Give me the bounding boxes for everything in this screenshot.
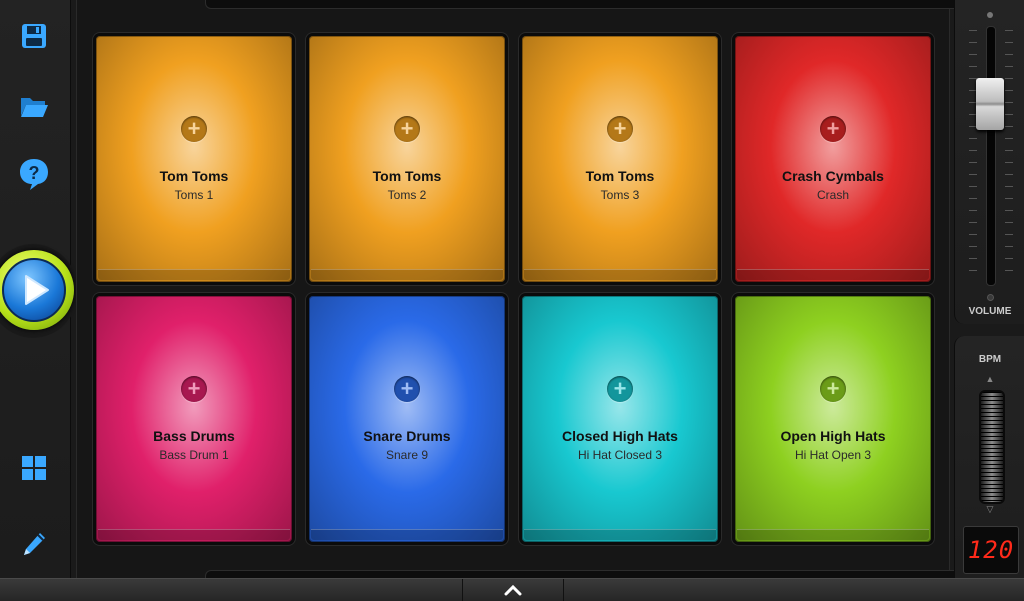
help-button[interactable]: ? [16, 156, 52, 192]
svg-text:?: ? [29, 163, 40, 183]
add-sound-icon[interactable]: + [820, 376, 846, 402]
bottom-bar [0, 578, 1024, 601]
pad-title: Open High Hats [780, 428, 886, 444]
pad-title: Tom Toms [159, 168, 229, 184]
pad-sample-name: Toms 2 [387, 188, 427, 202]
caret-up-icon: ▲ [985, 374, 995, 384]
play-button-face [2, 258, 66, 322]
drum-pad[interactable]: + Tom Toms Toms 3 [522, 36, 718, 282]
pad-title: Closed High Hats [562, 428, 678, 444]
volume-slider-track[interactable] [986, 26, 996, 286]
top-slot [205, 0, 975, 9]
drum-pad[interactable]: + Tom Toms Toms 2 [309, 36, 505, 282]
drum-pad[interactable]: + Tom Toms Toms 1 [96, 36, 292, 282]
drum-pad[interactable]: + Bass Drums Bass Drum 1 [96, 296, 292, 542]
bpm-wheel[interactable] [979, 390, 1005, 504]
bpm-panel: BPM ▲ ▽ 120 [954, 336, 1024, 600]
bpm-label: BPM [978, 354, 1002, 365]
drum-pad[interactable]: + Closed High Hats Hi Hat Closed 3 [522, 296, 718, 542]
add-sound-icon[interactable]: + [820, 116, 846, 142]
volume-panel: VOLUME [954, 0, 1024, 324]
folder-open-icon [21, 98, 48, 117]
pad-title: Snare Drums [363, 428, 451, 444]
grid-icon [22, 456, 46, 480]
pad-sample-name: Hi Hat Open 3 [794, 448, 872, 462]
pencil-icon [24, 533, 45, 555]
volume-max-dot [987, 12, 993, 18]
add-sound-icon[interactable]: + [181, 116, 207, 142]
play-button[interactable] [0, 250, 74, 330]
volume-label: VOLUME [968, 306, 1012, 317]
help-icon: ? [20, 159, 48, 190]
volume-min-dot [987, 294, 994, 301]
open-button[interactable] [16, 88, 52, 124]
add-sound-icon[interactable]: + [607, 116, 633, 142]
add-sound-icon[interactable]: + [181, 376, 207, 402]
pad-title: Bass Drums [153, 428, 235, 444]
add-sound-icon[interactable]: + [394, 116, 420, 142]
drum-pad[interactable]: + Open High Hats Hi Hat Open 3 [735, 296, 931, 542]
pad-sample-name: Toms 1 [174, 188, 214, 202]
pad-sample-name: Toms 3 [600, 188, 640, 202]
pad-sample-name: Bass Drum 1 [159, 448, 229, 462]
save-button[interactable] [16, 18, 52, 54]
chevron-up-icon [504, 584, 522, 596]
pad-title: Crash Cymbals [782, 168, 884, 184]
expand-panel-button[interactable] [462, 579, 564, 601]
edit-button[interactable] [16, 526, 52, 562]
play-icon [25, 275, 49, 305]
pad-title: Tom Toms [372, 168, 442, 184]
bpm-decrease-button[interactable]: ▽ [984, 504, 996, 514]
pad-sample-name: Hi Hat Closed 3 [577, 448, 663, 462]
bpm-display: 120 [963, 526, 1019, 574]
save-icon [22, 24, 46, 48]
pad-sample-name: Crash [816, 188, 849, 202]
bpm-increase-button[interactable]: ▲ [984, 374, 996, 384]
drum-pad[interactable]: + Snare Drums Snare 9 [309, 296, 505, 542]
add-sound-icon[interactable]: + [394, 376, 420, 402]
add-sound-icon[interactable]: + [607, 376, 633, 402]
volume-slider-knob[interactable] [976, 78, 1004, 130]
drum-pad[interactable]: + Crash Cymbals Crash [735, 36, 931, 282]
pad-layout-button[interactable] [16, 450, 52, 486]
pad-sample-name: Snare 9 [385, 448, 429, 462]
caret-down-icon: ▽ [986, 503, 994, 514]
pad-title: Tom Toms [585, 168, 655, 184]
